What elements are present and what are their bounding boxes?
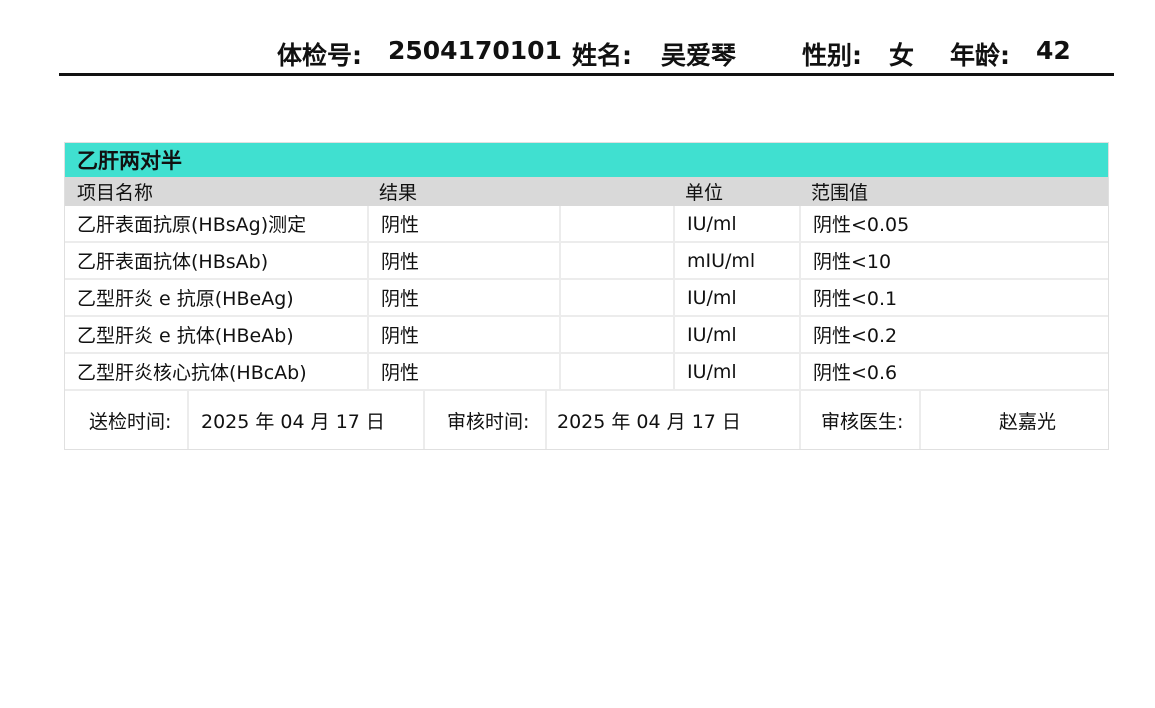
result-value: 阴性 <box>367 206 559 241</box>
age-value: 42 <box>1036 36 1071 65</box>
range-value: 阴性<0.6 <box>799 354 1108 389</box>
result-flag <box>559 354 673 389</box>
item-name: 乙肝表面抗体(HBsAb) <box>77 251 269 273</box>
name-value: 吴爱琴 <box>661 41 737 70</box>
item-name: 乙型肝炎 e 抗原(HBeAg) <box>77 288 294 310</box>
item-name: 乙型肝炎 e 抗体(HBeAb) <box>77 325 294 347</box>
result-flag <box>559 317 673 352</box>
unit-value: IU/ml <box>673 354 799 389</box>
name-label: 姓名: <box>572 41 632 70</box>
review-time-label: 审核时间: <box>423 391 545 449</box>
column-header-item: 项目名称 <box>77 182 154 204</box>
table-row: 乙肝表面抗原(HBsAg)测定 阴性 IU/ml 阴性<0.05 <box>65 206 1108 243</box>
report-header: 体检号: 2504170101 姓名: 吴爱琴 性别: 女 年龄: 42 <box>59 28 1114 76</box>
result-value: 阴性 <box>367 317 559 352</box>
gender-label: 性别: <box>802 41 862 70</box>
table-row: 乙型肝炎 e 抗体(HBeAb) 阴性 IU/ml 阴性<0.2 <box>65 317 1108 354</box>
age-label: 年龄: <box>950 41 1010 70</box>
range-value: 阴性<0.2 <box>799 317 1108 352</box>
column-header-result: 结果 <box>379 182 418 204</box>
submit-time-label: 送检时间: <box>89 410 172 433</box>
item-name: 乙肝表面抗原(HBsAg)测定 <box>77 214 307 236</box>
result-flag <box>559 206 673 241</box>
range-value: 阴性<0.1 <box>799 280 1108 315</box>
unit-value: mIU/ml <box>673 243 799 278</box>
item-name: 乙型肝炎核心抗体(HBcAb) <box>77 362 307 384</box>
result-value: 阴性 <box>367 243 559 278</box>
column-header-range: 范围值 <box>811 182 869 204</box>
table-header: 项目名称 结果 单位 范围值 <box>65 177 1108 206</box>
section-title-bar: 乙肝两对半 <box>65 143 1108 177</box>
unit-value: IU/ml <box>673 317 799 352</box>
result-flag <box>559 243 673 278</box>
unit-value: IU/ml <box>673 206 799 241</box>
gender-value: 女 <box>889 41 915 70</box>
result-value: 阴性 <box>367 354 559 389</box>
result-value: 阴性 <box>367 280 559 315</box>
exam-no-value: 2504170101 <box>388 36 562 65</box>
reviewing-doctor-label: 审核医生: <box>799 391 919 449</box>
submit-time-value: 2025 年 04 月 17 日 <box>187 391 423 449</box>
reviewing-doctor-value: 赵嘉光 <box>919 391 1108 449</box>
result-flag <box>559 280 673 315</box>
hepatitis-b-panel: 乙肝两对半 项目名称 结果 单位 范围值 乙肝表面抗原(HBsAg)测定 阴性 … <box>64 142 1109 450</box>
signature-row: 送检时间: 2025 年 04 月 17 日 审核时间: 2025 年 04 月… <box>65 391 1108 449</box>
exam-no-label: 体检号: <box>277 41 362 70</box>
range-value: 阴性<10 <box>799 243 1108 278</box>
review-time-value: 2025 年 04 月 17 日 <box>545 391 799 449</box>
table-row: 乙型肝炎 e 抗原(HBeAg) 阴性 IU/ml 阴性<0.1 <box>65 280 1108 317</box>
column-header-unit: 单位 <box>685 182 724 204</box>
section-title: 乙肝两对半 <box>77 149 182 173</box>
table-row: 乙型肝炎核心抗体(HBcAb) 阴性 IU/ml 阴性<0.6 <box>65 354 1108 391</box>
unit-value: IU/ml <box>673 280 799 315</box>
range-value: 阴性<0.05 <box>799 206 1108 241</box>
table-row: 乙肝表面抗体(HBsAb) 阴性 mIU/ml 阴性<10 <box>65 243 1108 280</box>
